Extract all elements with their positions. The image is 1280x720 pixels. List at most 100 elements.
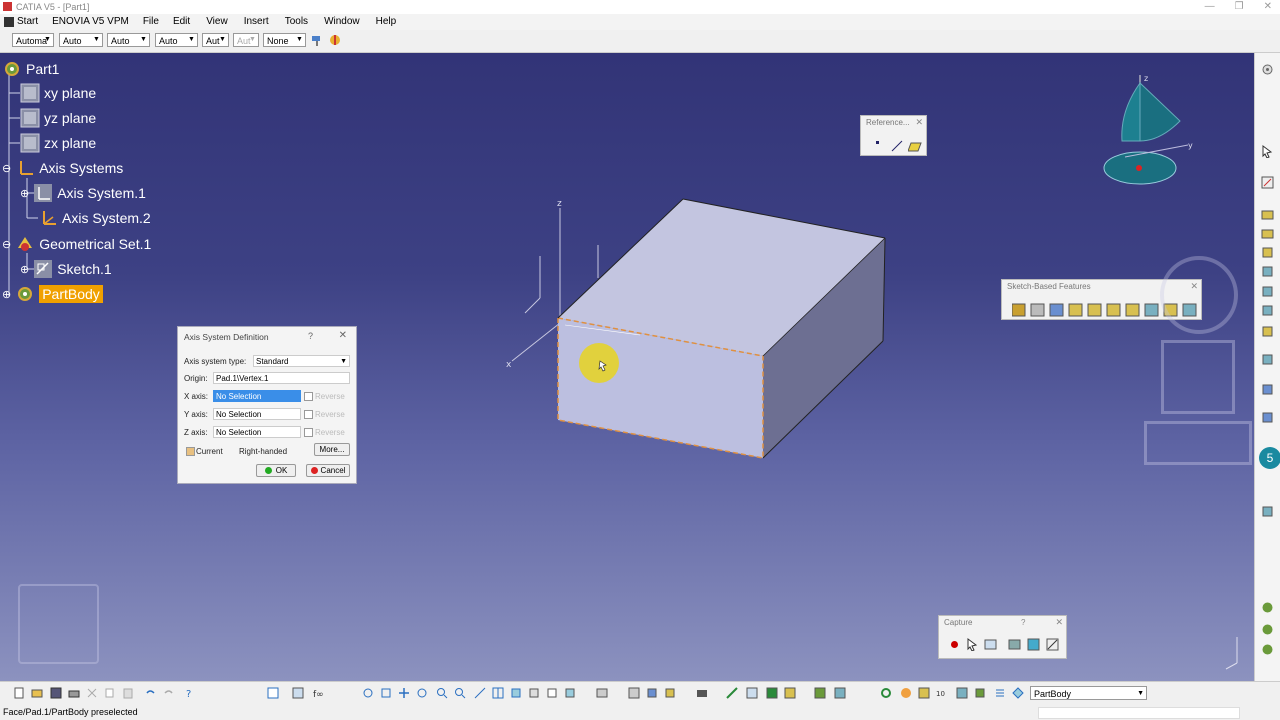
rules-icon[interactable] xyxy=(784,687,796,699)
groove-icon[interactable] xyxy=(1261,265,1274,278)
copy-icon[interactable] xyxy=(104,687,116,699)
redo-icon[interactable] xyxy=(163,687,175,699)
table-icon[interactable] xyxy=(267,687,279,699)
multi-view-icon[interactable] xyxy=(492,687,504,699)
menu-enovia[interactable]: ENOVIA V5 VPM xyxy=(52,14,137,30)
scale-icon[interactable]: 10 xyxy=(936,687,948,699)
graphic-properties-icon[interactable] xyxy=(328,33,342,47)
menu-edit[interactable]: Edit xyxy=(173,14,198,30)
menu-window[interactable]: Window xyxy=(324,14,368,30)
transparency-combo[interactable]: Auto ▼ xyxy=(59,33,103,47)
body-icon[interactable] xyxy=(956,687,968,699)
menu-help[interactable]: Help xyxy=(376,14,405,30)
hole-icon[interactable] xyxy=(1261,285,1274,298)
pad-icon[interactable] xyxy=(1261,208,1274,221)
line-weight-combo[interactable]: Auto ▼ xyxy=(107,33,150,47)
update-all-icon[interactable] xyxy=(880,687,892,699)
y-reverse-checkbox[interactable] xyxy=(304,410,313,419)
save-icon[interactable] xyxy=(50,687,62,699)
measure-icon[interactable] xyxy=(1261,505,1274,518)
close-icon[interactable]: ✕ xyxy=(1055,617,1063,628)
z-axis-field[interactable]: No Selection xyxy=(213,426,301,438)
notification-badge[interactable]: 5 xyxy=(1259,447,1280,469)
boolean-icon[interactable] xyxy=(918,687,930,699)
catalog-browser-icon[interactable] xyxy=(834,687,846,699)
sketcher-icon[interactable] xyxy=(1261,176,1274,189)
knowledge-icon[interactable] xyxy=(726,687,738,699)
color-combo[interactable]: Automa ▼ xyxy=(12,33,54,47)
whats-this-icon[interactable]: ? xyxy=(184,687,196,699)
menu-file[interactable]: File xyxy=(143,14,167,30)
reactions-icon[interactable] xyxy=(766,687,778,699)
graph-icon[interactable] xyxy=(292,687,304,699)
shell-icon[interactable] xyxy=(1261,411,1274,424)
pocket-icon[interactable] xyxy=(1261,227,1274,240)
point-symbol-combo[interactable]: Aut ▼ xyxy=(202,33,229,47)
instantiate-icon[interactable] xyxy=(814,687,826,699)
x-reverse-checkbox[interactable] xyxy=(304,392,313,401)
x-axis-field[interactable]: No Selection xyxy=(213,390,301,402)
z-reverse-checkbox[interactable] xyxy=(304,428,313,437)
close-icon[interactable]: ✕ xyxy=(339,330,347,341)
axis-type-select[interactable]: Standard ▼ xyxy=(253,355,350,367)
check-icon[interactable] xyxy=(746,687,758,699)
select-icon[interactable] xyxy=(1261,145,1274,158)
normal-view-icon[interactable] xyxy=(474,687,486,699)
format-painter-icon[interactable] xyxy=(310,33,324,47)
rib-icon[interactable] xyxy=(1261,304,1274,317)
minimize-icon[interactable]: — xyxy=(1205,0,1215,14)
current-checkbox[interactable] xyxy=(186,447,195,456)
settings-icon[interactable] xyxy=(1046,638,1059,651)
slot-icon[interactable] xyxy=(1261,325,1274,338)
swap-visible-icon[interactable] xyxy=(564,687,576,699)
apply-material-icon[interactable] xyxy=(1261,601,1274,614)
command-input[interactable] xyxy=(1038,707,1240,719)
gear-icon[interactable] xyxy=(1261,63,1274,76)
cancel-button[interactable]: Cancel xyxy=(306,464,350,477)
help-icon[interactable]: ? xyxy=(308,331,313,341)
menu-tools[interactable]: Tools xyxy=(285,14,316,30)
fly-icon[interactable] xyxy=(362,687,374,699)
options-icon[interactable] xyxy=(1027,638,1040,651)
cut-icon[interactable] xyxy=(86,687,98,699)
menu-insert[interactable]: Insert xyxy=(244,14,277,30)
rendering-style-combo[interactable]: Aut ▼ xyxy=(233,33,259,47)
rotate-icon[interactable] xyxy=(416,687,428,699)
hand-icon[interactable] xyxy=(900,687,912,699)
new-icon[interactable] xyxy=(13,687,25,699)
hide-show-icon[interactable] xyxy=(546,687,558,699)
list-icon[interactable] xyxy=(994,687,1006,699)
close-icon[interactable]: ✕ xyxy=(915,117,923,128)
ok-button[interactable]: OK xyxy=(256,464,296,477)
more-button[interactable]: More... xyxy=(314,443,350,456)
paste-icon[interactable] xyxy=(122,687,134,699)
fit-all-icon[interactable] xyxy=(380,687,392,699)
view-mode-icon[interactable] xyxy=(596,687,608,699)
pan-icon[interactable] xyxy=(398,687,410,699)
layer-combo[interactable]: None ▼ xyxy=(263,33,306,47)
draft-icon[interactable] xyxy=(1261,383,1274,396)
maximize-icon[interactable]: ❐ xyxy=(1235,0,1244,14)
print-icon[interactable] xyxy=(68,687,80,699)
3d-viewport[interactable]: Part1 xy plane yz plane zx plane ⊖ Axis … xyxy=(0,53,1254,681)
measure-between-icon[interactable] xyxy=(646,687,658,699)
formula-icon[interactable]: f∞ xyxy=(312,687,324,699)
catalog-icon[interactable] xyxy=(628,687,640,699)
iso-view-icon[interactable] xyxy=(510,687,522,699)
line-type-combo[interactable]: Auto ▼ xyxy=(155,33,198,47)
y-axis-field[interactable]: No Selection xyxy=(213,408,301,420)
point-icon[interactable] xyxy=(876,141,879,144)
analysis-icon[interactable] xyxy=(1261,623,1274,636)
render-style-icon[interactable] xyxy=(528,687,540,699)
undo-icon[interactable] xyxy=(144,687,156,699)
album-icon[interactable] xyxy=(1008,638,1021,651)
fillet-icon[interactable] xyxy=(1261,353,1274,366)
compass[interactable]: z y xyxy=(1100,71,1200,191)
define-in-work-icon[interactable] xyxy=(1012,687,1024,699)
select-mode-icon[interactable] xyxy=(966,638,979,651)
help-icon[interactable]: ? xyxy=(1021,618,1025,627)
capture-tool-icon[interactable] xyxy=(696,687,708,699)
close-icon[interactable]: ✕ xyxy=(1264,0,1272,14)
update-icon[interactable] xyxy=(1261,643,1274,656)
shaft-icon[interactable] xyxy=(1261,246,1274,259)
